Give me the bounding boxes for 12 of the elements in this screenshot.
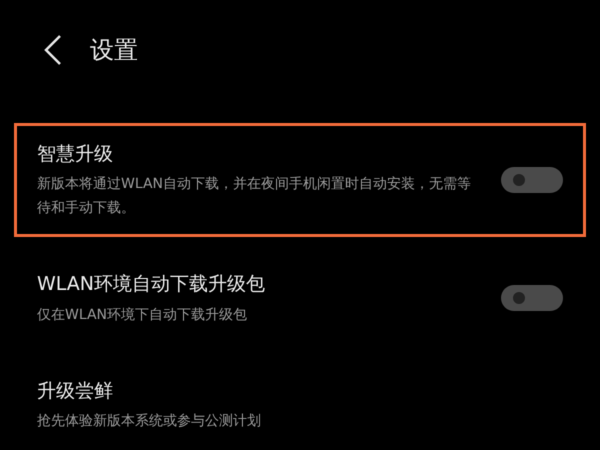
toggle-switch[interactable] <box>501 285 563 312</box>
page-title: 设置 <box>90 35 138 66</box>
setting-title: 升级尝鲜 <box>37 378 114 404</box>
setting-row[interactable]: WLAN环境自动下载升级包 仅在WLAN环境下自动下载升级包 <box>14 253 586 344</box>
setting-description: 新版本将通过WLAN自动下载，并在夜间手机闲置时自动安装，无需等待和手动下载。 <box>37 175 471 218</box>
setting-description: 仅在WLAN环境下自动下载升级包 <box>37 306 248 324</box>
setting-row[interactable]: 升级尝鲜 抢先体验新版本系统或参与公测计划 <box>14 360 586 450</box>
setting-title: WLAN环境自动下载升级包 <box>37 272 266 297</box>
toggle-switch[interactable] <box>501 166 563 193</box>
setting-row[interactable]: 智慧升级 新版本将通过WLAN自动下载，并在夜间手机闲置时自动安装，无需等待和手动下载。 <box>14 122 586 237</box>
setting-title: 智慧升级 <box>37 142 114 166</box>
setting-description: 抢先体验新版本系统或参与公测计划 <box>37 412 262 431</box>
